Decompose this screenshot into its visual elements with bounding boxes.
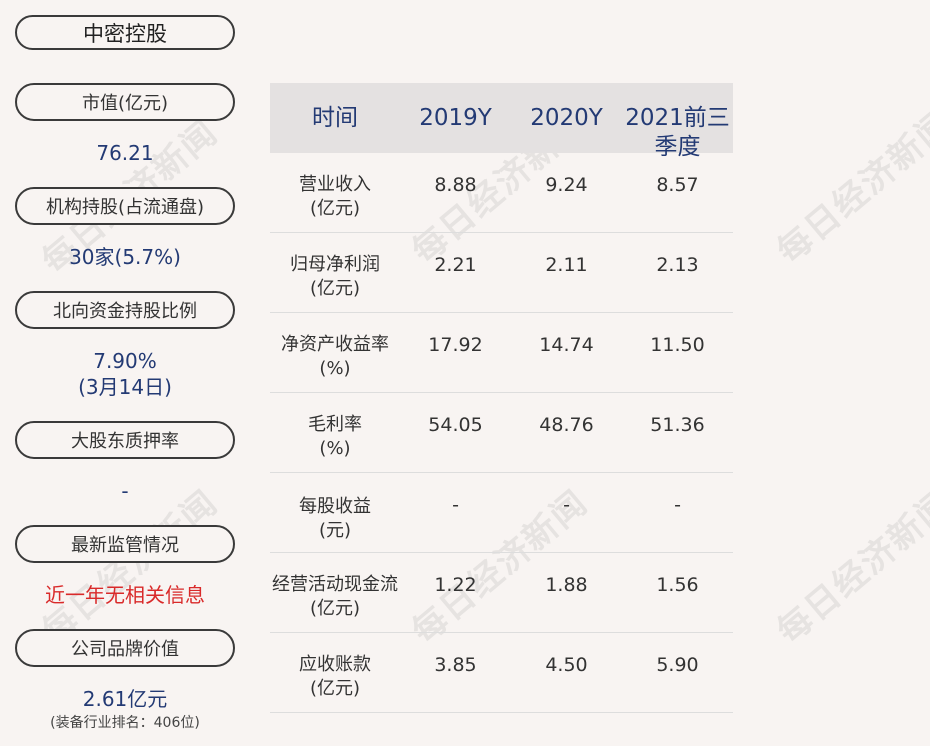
table-cell: 2.13: [656, 254, 699, 276]
table-cell: -: [563, 494, 570, 516]
table-cell: 1.22: [434, 574, 477, 596]
table-cell: 9.24: [545, 174, 588, 196]
table-cell: 11.50: [650, 334, 705, 356]
table-cell: -: [452, 494, 459, 516]
table-cell: 17.92: [428, 334, 483, 356]
table-cell: -: [674, 494, 681, 516]
pledge-ratio-value: -: [121, 479, 129, 503]
watermark-text: 每日经济新闻: [769, 482, 930, 652]
table-cell: 48.76: [539, 414, 594, 436]
financial-table: 时间 2019Y 2020Y 2021前三季度 营业收入 (亿元) 8.88 9.…: [270, 83, 733, 713]
brand-value-label: 公司品牌价值: [15, 629, 235, 667]
row-metric: 营业收入 (亿元): [299, 174, 371, 219]
table-cell: 4.50: [545, 654, 588, 676]
table-cell: 51.36: [650, 414, 705, 436]
northbound-holding-label: 北向资金持股比例: [15, 291, 235, 329]
table-row: 营业收入 (亿元) 8.88 9.24 8.57: [270, 153, 733, 233]
pledge-ratio-label: 大股东质押率: [15, 421, 235, 459]
table-row: 归母净利润 (亿元) 2.21 2.11 2.13: [270, 233, 733, 313]
table-header: 时间 2019Y 2020Y 2021前三季度: [270, 83, 733, 160]
northbound-holding-date: (3月14日): [78, 375, 172, 399]
regulatory-status-value: 近一年无相关信息: [45, 583, 205, 607]
table-row: 净资产收益率 (%) 17.92 14.74 11.50: [270, 313, 733, 393]
northbound-holding-value: 7.90%: [93, 349, 157, 373]
table-cell: 8.57: [656, 174, 699, 196]
row-metric: 毛利率 (%): [308, 414, 362, 459]
row-metric: 每股收益 (元): [299, 496, 371, 541]
institutional-holding-value: 30家(5.7%): [69, 245, 181, 269]
table-row: 毛利率 (%) 54.05 48.76 51.36: [270, 393, 733, 473]
market-cap-value: 76.21: [96, 141, 154, 165]
market-cap-label: 市值(亿元): [15, 83, 235, 121]
brand-value-rank: (装备行业排名：406位): [50, 715, 200, 731]
table-cell: 1.56: [656, 574, 699, 596]
table-cell: 3.85: [434, 654, 477, 676]
table-row: 应收账款 (亿元) 3.85 4.50 5.90: [270, 633, 733, 713]
table-cell: 14.74: [539, 334, 594, 356]
table-cell: 8.88: [434, 174, 477, 196]
column-header-2019: 2019Y: [419, 105, 492, 131]
table-cell: 54.05: [428, 414, 483, 436]
table-row: 每股收益 (元) - - -: [270, 473, 733, 553]
institutional-holding-label: 机构持股(占流通盘): [15, 187, 235, 225]
row-metric: 归母净利润 (亿元): [290, 254, 380, 299]
watermark-text: 每日经济新闻: [769, 102, 930, 272]
column-header-2021-q3: 2021前三季度: [625, 105, 730, 160]
company-name: 中密控股: [15, 15, 235, 50]
regulatory-status-label: 最新监管情况: [15, 525, 235, 563]
table-cell: 5.90: [656, 654, 699, 676]
table-row: 经营活动现金流 (亿元) 1.22 1.88 1.56: [270, 553, 733, 633]
row-metric: 应收账款 (亿元): [299, 654, 371, 699]
table-cell: 2.21: [434, 254, 477, 276]
table-cell: 1.88: [545, 574, 588, 596]
row-metric: 净资产收益率 (%): [281, 334, 389, 379]
brand-value-value: 2.61亿元: [82, 687, 168, 711]
row-metric: 经营活动现金流 (亿元): [272, 574, 398, 619]
column-header-2020: 2020Y: [530, 105, 603, 131]
column-header-time: 时间: [312, 105, 358, 131]
table-cell: 2.11: [545, 254, 588, 276]
